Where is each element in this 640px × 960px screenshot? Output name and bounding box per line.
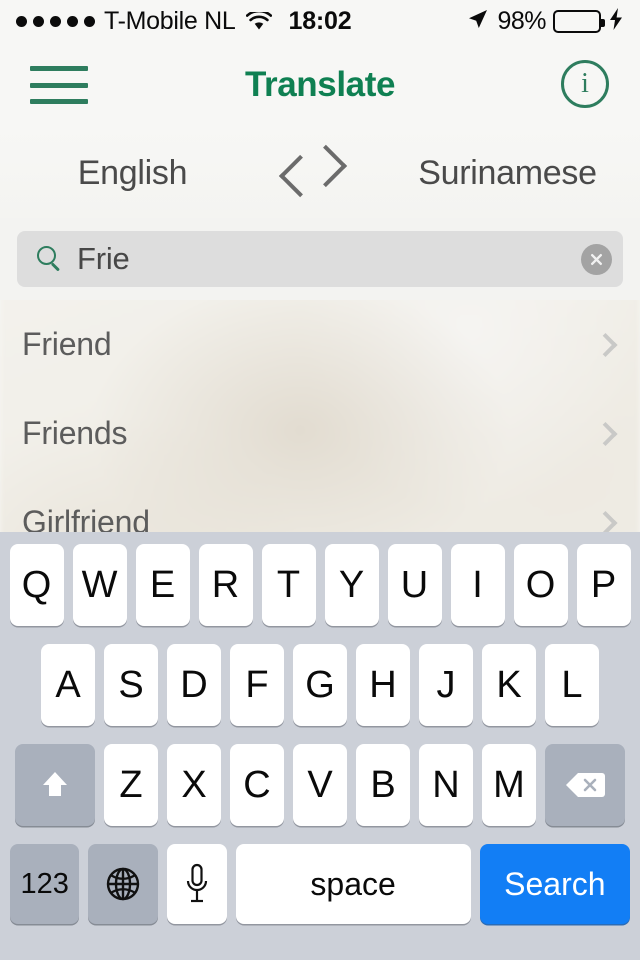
shift-arrow-icon[interactable] [15,744,95,826]
numbers-key[interactable]: 123 [10,844,80,924]
status-bar-right: 98% [466,7,624,36]
info-circle-icon[interactable]: i [561,60,609,108]
key-u[interactable]: U [387,544,442,626]
page-title: Translate [244,65,396,104]
key-l[interactable]: L [545,644,599,726]
key-e[interactable]: E [135,544,190,626]
status-bar: T-Mobile NL 18:02 98% [0,0,640,42]
search-input-value[interactable]: Frie [77,241,130,277]
chevron-right-icon [593,510,618,532]
suggestion-label: Friends [22,415,128,451]
key-q[interactable]: Q [9,544,64,626]
key-f[interactable]: F [230,644,284,726]
key-g[interactable]: G [293,644,347,726]
suggestion-list: Friend Friends Girlfriend [0,300,640,532]
list-item[interactable]: Friends [0,389,640,478]
key-m[interactable]: M [482,744,536,826]
key-o[interactable]: O [513,544,568,626]
target-language-button[interactable]: Surinamese [375,154,640,193]
key-b[interactable]: B [356,744,410,826]
key-h[interactable]: H [356,644,410,726]
chevron-right-icon [593,421,618,446]
microphone-icon[interactable] [166,844,227,924]
key-n[interactable]: N [419,744,473,826]
key-p[interactable]: P [576,544,631,626]
location-arrow-icon [466,7,490,36]
space-key[interactable]: space [235,844,471,924]
search-key[interactable]: Search [479,844,631,924]
lightning-bolt-icon [608,7,624,36]
search-magnifier-icon [37,246,63,272]
search-bar-container: Frie [0,218,640,300]
keyboard-row-4: 123 space Search [0,844,640,924]
key-s[interactable]: S [104,644,158,726]
list-item[interactable]: Girlfriend [0,478,640,532]
navigation-bar: Translate i [0,42,640,128]
chevron-right-icon [593,332,618,357]
info-letter: i [581,68,589,99]
key-i[interactable]: I [450,544,505,626]
on-screen-keyboard: Q W E R T Y U I O P A S D F G H J K L Z … [0,532,640,960]
key-c[interactable]: C [230,744,284,826]
key-w[interactable]: W [72,544,127,626]
app-screen: T-Mobile NL 18:02 98% Translate i Englis… [0,0,640,960]
swap-languages-icon[interactable] [265,138,375,208]
key-j[interactable]: J [419,644,473,726]
globe-language-icon[interactable] [88,844,158,924]
search-field[interactable]: Frie [17,231,623,287]
keyboard-row-2: A S D F G H J K L [0,644,640,726]
key-y[interactable]: Y [324,544,379,626]
key-r[interactable]: R [198,544,253,626]
key-a[interactable]: A [41,644,95,726]
source-language-button[interactable]: English [0,154,265,193]
language-selector-bar: English Surinamese [0,128,640,218]
keyboard-row-1: Q W E R T Y U I O P [0,544,640,626]
key-v[interactable]: V [293,744,347,826]
backspace-delete-icon[interactable] [545,744,625,826]
suggestion-label: Girlfriend [22,504,150,532]
list-item[interactable]: Friend [0,300,640,389]
key-t[interactable]: T [261,544,316,626]
key-k[interactable]: K [482,644,536,726]
key-z[interactable]: Z [104,744,158,826]
keyboard-row-3: Z X C V B N M [0,744,640,826]
key-x[interactable]: X [167,744,221,826]
battery-percentage-label: 98% [497,6,546,35]
clear-circle-x-icon[interactable] [581,244,612,275]
key-d[interactable]: D [167,644,221,726]
suggestion-label: Friend [22,326,112,362]
battery-icon [553,9,605,33]
